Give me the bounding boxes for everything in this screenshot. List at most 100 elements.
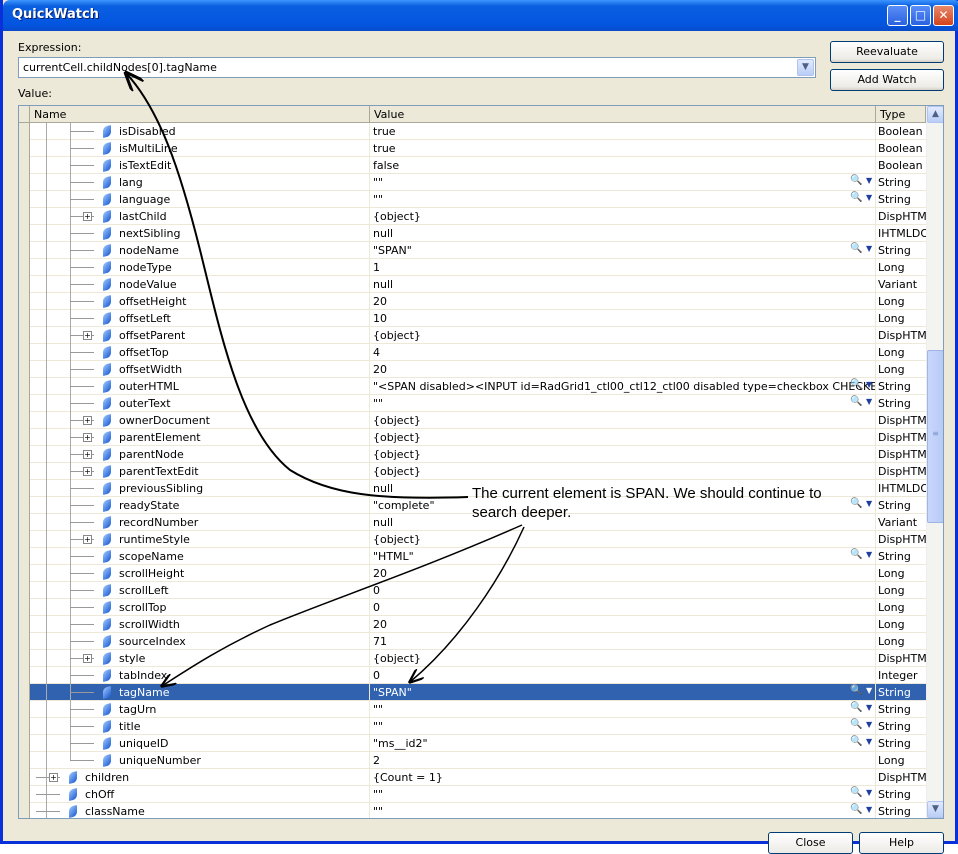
visualizer-dropdown-icon[interactable]: ▼ bbox=[866, 737, 872, 746]
table-row[interactable]: language "" 🔍 ▼ String bbox=[30, 191, 926, 208]
value-cell[interactable]: {object} bbox=[370, 429, 876, 446]
table-row[interactable]: chOff "" 🔍 ▼ String bbox=[30, 786, 926, 803]
table-row[interactable]: + runtimeStyle {object} DispHTML bbox=[30, 531, 926, 548]
vertical-scrollbar[interactable]: ▲ ≡ ▼ bbox=[926, 106, 943, 818]
visualizer-dropdown-icon[interactable]: ▼ bbox=[866, 193, 872, 202]
magnifier-icon[interactable]: 🔍 bbox=[850, 175, 862, 186]
value-cell[interactable]: "" 🔍 ▼ bbox=[370, 395, 876, 412]
visualizer-dropdown-icon[interactable]: ▼ bbox=[866, 703, 872, 712]
scrollbar-thumb[interactable]: ≡ bbox=[927, 350, 943, 523]
table-row[interactable]: offsetHeight 20 Long bbox=[30, 293, 926, 310]
table-row[interactable]: lang "" 🔍 ▼ String bbox=[30, 174, 926, 191]
visualizer-dropdown-icon[interactable]: ▼ bbox=[866, 686, 872, 695]
table-row[interactable]: + parentNode {object} DispHTML bbox=[30, 446, 926, 463]
expand-icon[interactable]: + bbox=[83, 467, 92, 476]
value-cell[interactable]: {object} bbox=[370, 531, 876, 548]
table-row[interactable]: isDisabled true Boolean bbox=[30, 123, 926, 140]
scroll-up-icon[interactable]: ▲ bbox=[927, 106, 943, 123]
table-row[interactable]: tagUrn "" 🔍 ▼ String bbox=[30, 701, 926, 718]
magnifier-icon[interactable]: 🔍 bbox=[850, 396, 862, 407]
table-row[interactable]: scopeName "HTML" 🔍 ▼ String bbox=[30, 548, 926, 565]
table-row[interactable]: nodeType 1 Long bbox=[30, 259, 926, 276]
expand-icon[interactable]: + bbox=[83, 331, 92, 340]
table-row[interactable]: tabIndex 0 Integer bbox=[30, 667, 926, 684]
expand-icon[interactable]: + bbox=[83, 433, 92, 442]
value-cell[interactable]: 20 bbox=[370, 616, 876, 633]
table-row[interactable]: + ownerDocument {object} DispHTML bbox=[30, 412, 926, 429]
table-row[interactable]: scrollWidth 20 Long bbox=[30, 616, 926, 633]
value-cell[interactable]: "SPAN" 🔍 ▼ bbox=[370, 684, 876, 701]
table-row[interactable]: uniqueNumber 2 Long bbox=[30, 752, 926, 769]
column-header-name[interactable]: Name bbox=[30, 106, 370, 123]
value-cell[interactable]: "" 🔍 ▼ bbox=[370, 174, 876, 191]
table-row[interactable]: isMultiLine true Boolean bbox=[30, 140, 926, 157]
table-row[interactable]: + offsetParent {object} DispHTML bbox=[30, 327, 926, 344]
value-cell[interactable]: "" 🔍 ▼ bbox=[370, 803, 876, 818]
value-cell[interactable]: "" 🔍 ▼ bbox=[370, 191, 876, 208]
value-cell[interactable]: {object} bbox=[370, 650, 876, 667]
value-cell[interactable]: {object} bbox=[370, 463, 876, 480]
expand-icon[interactable]: + bbox=[49, 773, 58, 782]
table-row[interactable]: + parentElement {object} DispHTML bbox=[30, 429, 926, 446]
value-cell[interactable]: null bbox=[370, 225, 876, 242]
value-cell[interactable]: {object} bbox=[370, 208, 876, 225]
value-cell[interactable]: 71 bbox=[370, 633, 876, 650]
value-cell[interactable]: 4 bbox=[370, 344, 876, 361]
table-row[interactable]: title "" 🔍 ▼ String bbox=[30, 718, 926, 735]
visualizer-dropdown-icon[interactable]: ▼ bbox=[866, 244, 872, 253]
visualizer-dropdown-icon[interactable]: ▼ bbox=[866, 380, 872, 389]
magnifier-icon[interactable]: 🔍 bbox=[850, 804, 862, 815]
value-cell[interactable]: null bbox=[370, 276, 876, 293]
scroll-down-icon[interactable]: ▼ bbox=[927, 801, 943, 818]
value-cell[interactable]: 1 bbox=[370, 259, 876, 276]
expression-input[interactable]: currentCell.childNodes[0].tagName bbox=[23, 61, 217, 74]
column-header-type[interactable]: Type bbox=[876, 106, 926, 123]
table-row[interactable]: uniqueID "ms__id2" 🔍 ▼ String bbox=[30, 735, 926, 752]
value-cell[interactable]: 20 bbox=[370, 293, 876, 310]
table-row[interactable]: outerText "" 🔍 ▼ String bbox=[30, 395, 926, 412]
reevaluate-button[interactable]: Reevaluate bbox=[830, 41, 944, 63]
value-cell[interactable]: 20 bbox=[370, 361, 876, 378]
expand-icon[interactable]: + bbox=[83, 535, 92, 544]
expand-icon[interactable]: + bbox=[83, 654, 92, 663]
table-row[interactable]: nodeName "SPAN" 🔍 ▼ String bbox=[30, 242, 926, 259]
table-row[interactable]: offsetTop 4 Long bbox=[30, 344, 926, 361]
table-row[interactable]: scrollHeight 20 Long bbox=[30, 565, 926, 582]
magnifier-icon[interactable]: 🔍 bbox=[850, 736, 862, 747]
expand-icon[interactable]: + bbox=[83, 450, 92, 459]
magnifier-icon[interactable]: 🔍 bbox=[850, 702, 862, 713]
table-row[interactable]: outerHTML "<SPAN disabled><INPUT id=RadGr… bbox=[30, 378, 926, 395]
value-cell[interactable]: "ms__id2" 🔍 ▼ bbox=[370, 735, 876, 752]
table-row[interactable]: nextSibling null IHTMLDO bbox=[30, 225, 926, 242]
table-row[interactable]: nodeValue null Variant bbox=[30, 276, 926, 293]
value-cell[interactable]: "HTML" 🔍 ▼ bbox=[370, 548, 876, 565]
value-cell[interactable]: 0 bbox=[370, 582, 876, 599]
value-cell[interactable]: {object} bbox=[370, 327, 876, 344]
value-cell[interactable]: {object} bbox=[370, 446, 876, 463]
table-row[interactable]: scrollTop 0 Long bbox=[30, 599, 926, 616]
visualizer-dropdown-icon[interactable]: ▼ bbox=[866, 499, 872, 508]
visualizer-dropdown-icon[interactable]: ▼ bbox=[866, 805, 872, 814]
value-cell[interactable]: {Count = 1} bbox=[370, 769, 876, 786]
expression-combobox[interactable]: currentCell.childNodes[0].tagName ▼ bbox=[18, 57, 816, 78]
table-row[interactable]: scrollLeft 0 Long bbox=[30, 582, 926, 599]
table-row[interactable]: + lastChild {object} DispHTML bbox=[30, 208, 926, 225]
visualizer-dropdown-icon[interactable]: ▼ bbox=[866, 397, 872, 406]
table-row[interactable]: + parentTextEdit {object} DispHTML bbox=[30, 463, 926, 480]
visualizer-dropdown-icon[interactable]: ▼ bbox=[866, 720, 872, 729]
help-button[interactable]: Help bbox=[859, 832, 944, 854]
expand-icon[interactable]: + bbox=[83, 416, 92, 425]
value-cell[interactable]: 20 bbox=[370, 565, 876, 582]
value-cell[interactable]: true bbox=[370, 123, 876, 140]
magnifier-icon[interactable]: 🔍 bbox=[850, 719, 862, 730]
chevron-down-icon[interactable]: ▼ bbox=[797, 59, 814, 76]
value-cell[interactable]: 2 bbox=[370, 752, 876, 769]
value-cell[interactable]: false bbox=[370, 157, 876, 174]
visualizer-dropdown-icon[interactable]: ▼ bbox=[866, 550, 872, 559]
value-cell[interactable]: "SPAN" 🔍 ▼ bbox=[370, 242, 876, 259]
table-row[interactable]: isTextEdit false Boolean bbox=[30, 157, 926, 174]
magnifier-icon[interactable]: 🔍 bbox=[850, 685, 862, 696]
table-row[interactable]: tagName "SPAN" 🔍 ▼ String bbox=[30, 684, 926, 701]
table-row[interactable]: sourceIndex 71 Long bbox=[30, 633, 926, 650]
table-row[interactable]: offsetWidth 20 Long bbox=[30, 361, 926, 378]
